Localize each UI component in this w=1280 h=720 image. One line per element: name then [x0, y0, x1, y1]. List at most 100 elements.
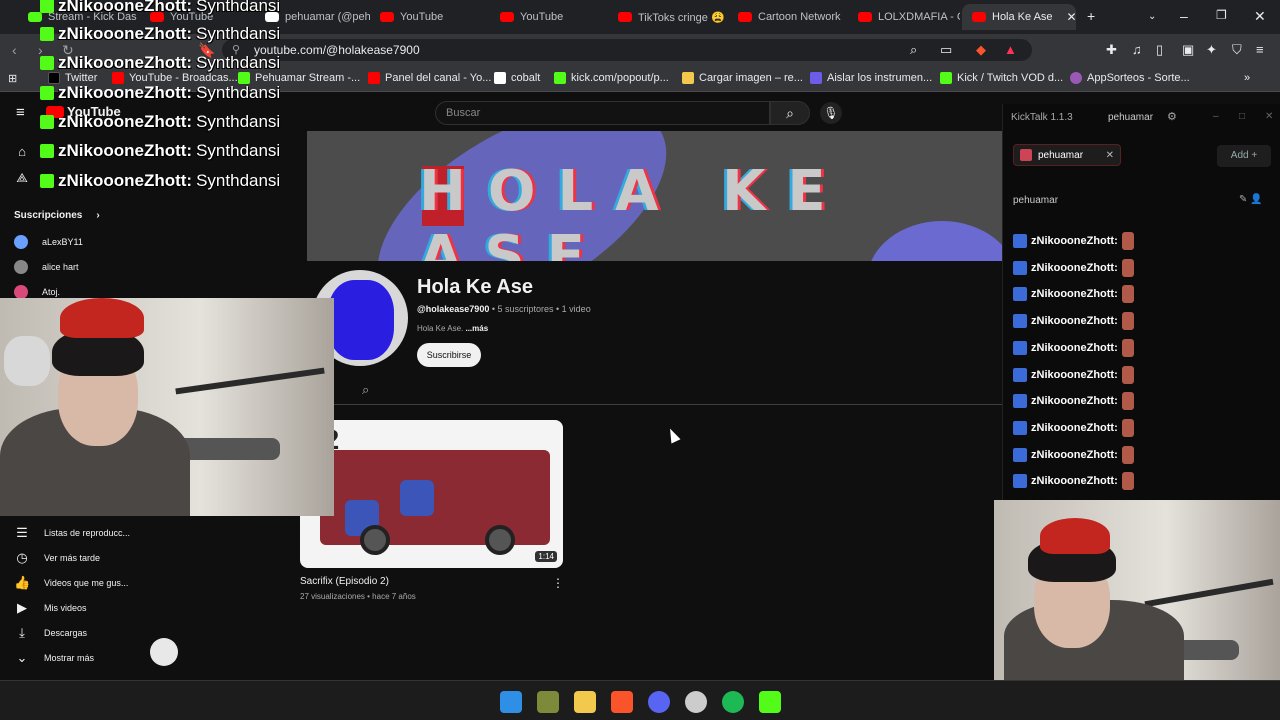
overlay-chat-line: zNikoooneZhott: Synthdansi	[40, 53, 280, 73]
brave-rewards-icon[interactable]: ▲	[1004, 42, 1017, 57]
brave-browser-icon[interactable]	[611, 691, 633, 713]
vpn-icon[interactable]: ⛉	[1232, 42, 1242, 58]
wallet-icon[interactable]: ▣	[1182, 42, 1194, 58]
minimize-icon[interactable]: –	[1180, 8, 1188, 24]
channel-search-icon[interactable]: ⌕	[362, 382, 369, 398]
back-icon[interactable]: ‹	[12, 42, 17, 58]
kicktalk-message[interactable]: zNikoooneZhott:	[1013, 285, 1134, 304]
tab-3[interactable]: YouTube	[370, 4, 488, 30]
sidebar-item-liked[interactable]: 👍 Videos que me gus...	[14, 575, 128, 591]
kicktalk-message[interactable]: zNikoooneZhott:	[1013, 365, 1134, 384]
close-icon[interactable]: ✕	[1265, 111, 1273, 122]
microphone-icon[interactable]: 🎙	[820, 102, 842, 124]
overlay-chat-line: zNikoooneZhott: Synthdansi	[40, 141, 280, 161]
video-thumbnail[interactable]: #2 1:14	[300, 420, 563, 568]
close-window-icon[interactable]: ✕	[1254, 8, 1266, 25]
menu-icon[interactable]: ≡	[1256, 42, 1264, 57]
message-username[interactable]: zNikoooneZhott:	[1031, 449, 1118, 461]
kick-badge-icon	[40, 144, 54, 158]
sidebar-item-my-videos[interactable]: ▶ Mis videos	[14, 600, 87, 616]
kicktalk-message[interactable]: zNikoooneZhott:	[1013, 258, 1134, 277]
message-username[interactable]: zNikoooneZhott:	[1031, 315, 1118, 327]
message-username[interactable]: zNikoooneZhott:	[1031, 262, 1118, 274]
file-explorer-icon[interactable]	[574, 691, 596, 713]
discord-icon[interactable]	[648, 691, 670, 713]
kicktalk-message[interactable]: zNikoooneZhott:	[1013, 445, 1134, 464]
zoom-search-icon[interactable]: ⌕	[910, 42, 917, 58]
new-tab-button[interactable]: +	[1087, 8, 1095, 24]
sidebar-shorts[interactable]: ⟁	[14, 170, 30, 186]
sidebar-item-show-more[interactable]: ⌄ Mostrar más	[14, 650, 94, 666]
kick-icon	[940, 72, 952, 84]
video-title[interactable]: Sacrifix (Episodio 2)	[300, 576, 389, 587]
kicktalk-channel-tab[interactable]: pehuamar ✕	[1013, 144, 1121, 166]
kicktalk-message[interactable]: zNikoooneZhott:	[1013, 392, 1134, 411]
subscribe-button[interactable]: Suscribirse	[417, 343, 481, 367]
maximize-icon[interactable]: ❐	[1216, 8, 1227, 22]
bookmark-cargar-imagen[interactable]: Cargar imagen – re...	[682, 72, 803, 84]
tab-active[interactable]: Hola Ke Ase ✕	[962, 4, 1076, 30]
subscription-item[interactable]: aLexBY11	[14, 235, 83, 249]
message-username[interactable]: zNikoooneZhott:	[1031, 369, 1118, 381]
bookmark-appsorteos[interactable]: AppSorteos - Sorte...	[1070, 72, 1190, 84]
message-username[interactable]: zNikoooneZhott:	[1031, 342, 1118, 354]
sidebar-item-watch-later[interactable]: ◷ Ver más tarde	[14, 550, 100, 566]
sidebar-toggle-icon[interactable]: ▯	[1156, 42, 1163, 58]
message-username[interactable]: zNikoooneZhott:	[1031, 235, 1118, 247]
gear-icon[interactable]: ⚙	[1167, 110, 1177, 123]
sidebar-item-playlists[interactable]: ☰ Listas de reproducc...	[14, 525, 130, 541]
close-tab-icon[interactable]: ✕	[1067, 10, 1076, 24]
spotify-icon[interactable]	[722, 691, 744, 713]
kick-icon[interactable]	[759, 691, 781, 713]
close-tab-icon[interactable]: ✕	[1106, 150, 1114, 161]
playlist-icon: ☰	[16, 525, 28, 540]
leo-ai-icon[interactable]: ✦	[1206, 42, 1217, 58]
subscription-item[interactable]: alice hart	[14, 260, 79, 274]
search-button[interactable]: ⌕	[770, 101, 810, 125]
cast-icon[interactable]: ▭	[940, 42, 952, 58]
windows-start-icon[interactable]	[500, 691, 522, 713]
bookmark-kick-popout[interactable]: kick.com/popout/p...	[554, 72, 669, 84]
tab-7[interactable]: LOLXDMAFIA - C	[848, 4, 960, 30]
add-channel-button[interactable]: Add +	[1217, 145, 1271, 167]
subscription-item[interactable]: Atoj.	[14, 285, 60, 299]
sidebar-item-downloads[interactable]: ⤓ Descargas	[14, 625, 87, 641]
tab-search-icon[interactable]: ⌄	[1148, 11, 1156, 22]
message-username[interactable]: zNikoooneZhott:	[1031, 395, 1118, 407]
more-bookmarks-icon[interactable]: »	[1244, 72, 1250, 84]
kicktalk-message[interactable]: zNikoooneZhott:	[1013, 312, 1134, 331]
channel-description[interactable]: Hola Ke Ase. ...más	[417, 324, 488, 333]
kicktalk-message[interactable]: zNikoooneZhott:	[1013, 338, 1134, 357]
tab-4[interactable]: YouTube	[490, 4, 608, 30]
brave-shields-icon[interactable]: ◆	[976, 42, 986, 58]
minimize-icon[interactable]: –	[1213, 111, 1219, 122]
app-icon[interactable]	[537, 691, 559, 713]
hamburger-menu-icon[interactable]: ≡	[16, 104, 25, 121]
tab-5[interactable]: TikToks cringe 😩	[608, 4, 728, 30]
more-link[interactable]: ...más	[465, 324, 488, 333]
media-icon[interactable]: ♫	[1132, 42, 1142, 57]
bookmark-panel-canal[interactable]: Panel del canal - Yo...	[368, 72, 491, 84]
windows-taskbar	[0, 680, 1280, 720]
maximize-icon[interactable]: □	[1239, 111, 1245, 122]
bookmark-cobalt[interactable]: cobalt	[494, 72, 540, 84]
kicktalk-header-icons[interactable]: ✎ 👤	[1239, 194, 1263, 205]
extensions-icon[interactable]: ✚	[1106, 42, 1117, 58]
vocal-remover-icon	[810, 72, 822, 84]
kicktalk-message[interactable]: zNikoooneZhott:	[1013, 418, 1134, 437]
sidebar-home[interactable]: ⌂	[14, 144, 30, 159]
obs-icon[interactable]	[685, 691, 707, 713]
message-username[interactable]: zNikoooneZhott:	[1031, 475, 1118, 487]
bookmark-aislar[interactable]: Aislar los instrumen...	[810, 72, 932, 84]
kicktalk-message[interactable]: zNikoooneZhott:	[1013, 232, 1134, 250]
subscriptions-header[interactable]: Suscripciones ›	[14, 210, 100, 221]
apps-icon[interactable]: ⊞	[8, 72, 17, 85]
message-username[interactable]: zNikoooneZhott:	[1031, 422, 1118, 434]
video-options-icon[interactable]: ⋮	[552, 576, 564, 590]
bookmark-kick-twitch-vod[interactable]: Kick / Twitch VOD d...	[940, 72, 1063, 84]
kicktalk-user[interactable]: pehuamar	[1108, 112, 1153, 123]
message-username[interactable]: zNikoooneZhott:	[1031, 288, 1118, 300]
kicktalk-message[interactable]: zNikoooneZhott:	[1013, 472, 1134, 491]
search-input[interactable]: Buscar	[435, 101, 770, 125]
tab-6[interactable]: Cartoon Network	[728, 4, 848, 30]
